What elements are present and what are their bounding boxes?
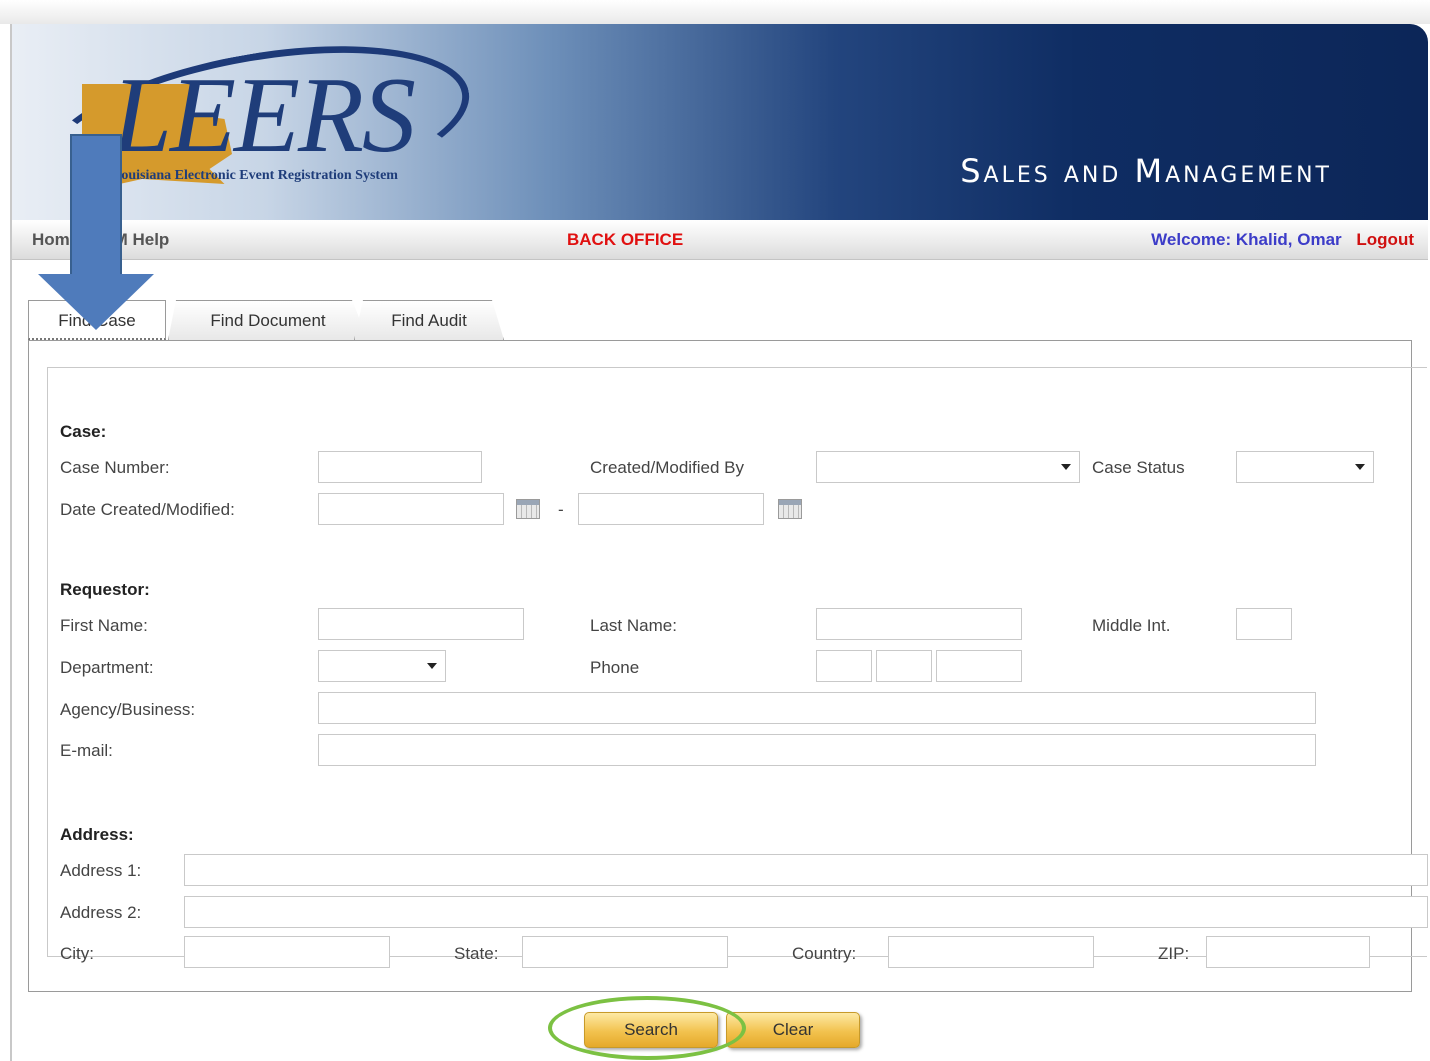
chevron-down-icon [1355,464,1365,470]
chevron-down-icon [427,663,437,669]
department-label: Department: [60,658,154,677]
app-frame: LEERS Louisiana Electronic Event Registr… [10,24,1428,1061]
system-title: Sales and Management [960,152,1332,190]
address2-label: Address 2: [60,903,142,922]
state-label: State: [454,944,499,963]
phone-label: Phone [590,658,640,677]
city-label: City: [60,944,94,963]
city-input[interactable] [184,936,390,968]
logo: LEERS [112,56,416,175]
zip-label: ZIP: [1158,944,1190,963]
tab-find-document[interactable]: Find Document [168,300,368,340]
email-label: E-mail: [60,741,113,760]
case-status-select[interactable] [1236,451,1374,483]
created-modified-by-select[interactable] [816,451,1080,483]
nav-section-title: BACK OFFICE [567,230,684,249]
country-input[interactable] [888,936,1094,968]
header-banner: LEERS Louisiana Electronic Event Registr… [12,24,1428,220]
agency-input[interactable] [318,692,1316,724]
phone-area-code-input[interactable] [816,650,872,682]
date-to-input[interactable] [578,493,764,525]
nav-bar: Home SAM Help BACK OFFICE Welcome: Khali… [12,220,1428,260]
tab-find-audit[interactable]: Find Audit [354,300,504,340]
address2-input[interactable] [184,896,1428,928]
case-number-label: Case Number: [60,458,170,477]
logo-subtitle: Louisiana Electronic Event Registration … [112,168,398,183]
first-name-input[interactable] [318,608,524,640]
calendar-icon[interactable] [778,499,802,519]
window-top-edge [0,0,1430,24]
agency-label: Agency/Business: [60,700,196,719]
middle-int-input[interactable] [1236,608,1292,640]
date-from-input[interactable] [318,493,504,525]
nav-user-area: Welcome: Khalid, Omar Logout [1151,230,1414,250]
search-form: Case: Case Number: Created/Modified By C… [47,367,1428,968]
middle-int-label: Middle Int. [1092,616,1171,635]
logout-link[interactable]: Logout [1356,230,1414,249]
date-range-separator: - [558,500,564,519]
department-select[interactable] [318,650,446,682]
phone-prefix-input[interactable] [876,650,932,682]
first-name-label: First Name: [60,616,148,635]
search-button-highlight [548,996,746,1060]
zip-input[interactable] [1206,936,1370,968]
address1-label: Address 1: [60,861,142,880]
phone-line-input[interactable] [936,650,1022,682]
country-label: Country: [792,944,857,963]
chevron-down-icon [1061,464,1071,470]
last-name-input[interactable] [816,608,1022,640]
address-heading: Address: [60,825,134,844]
case-heading: Case: [60,422,107,441]
clear-button[interactable]: Clear [726,1012,860,1048]
find-case-panel: Case: Case Number: Created/Modified By C… [28,340,1428,992]
state-input[interactable] [522,936,728,968]
annotation-arrow-down-icon [38,274,154,330]
case-status-label: Case Status [1092,458,1185,477]
address1-input[interactable] [184,854,1428,886]
created-modified-by-label: Created/Modified By [590,458,745,477]
email-input[interactable] [318,734,1316,766]
last-name-label: Last Name: [590,616,677,635]
welcome-text: Welcome: Khalid, Omar [1151,230,1342,249]
case-number-input[interactable] [318,451,482,483]
requestor-heading: Requestor: [60,580,150,599]
date-created-label: Date Created/Modified: [60,500,235,519]
calendar-icon[interactable] [516,499,540,519]
annotation-arrow-shaft [70,134,122,276]
